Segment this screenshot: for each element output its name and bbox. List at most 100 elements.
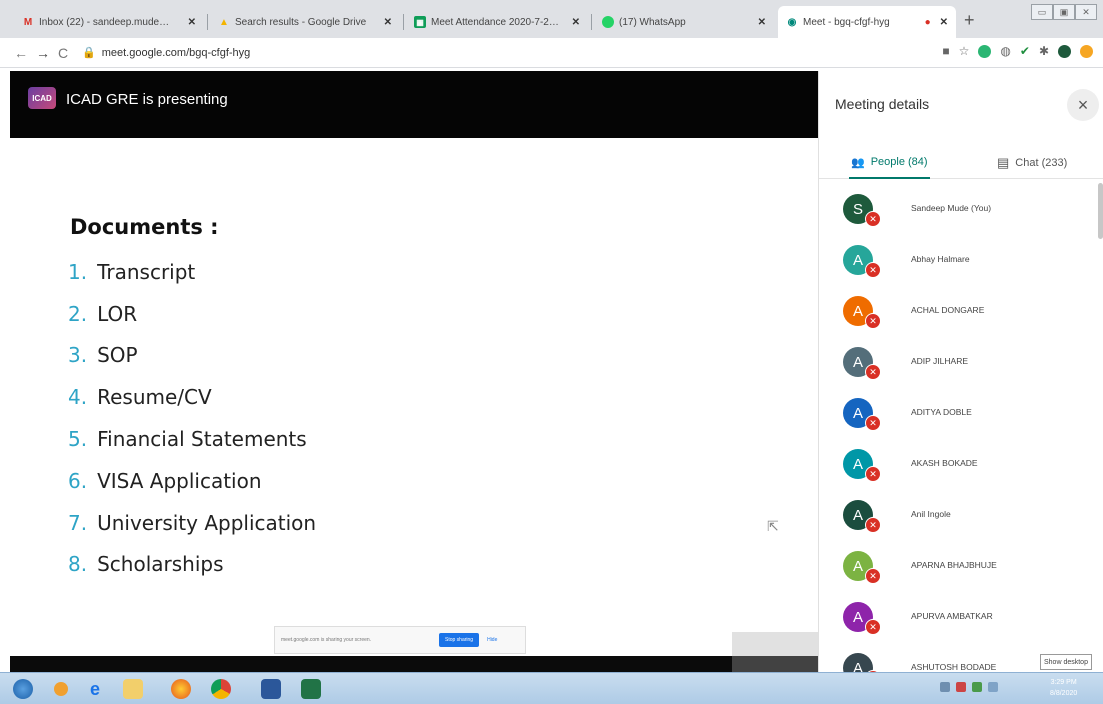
mic-muted-icon: ✕ (865, 211, 881, 227)
participant-row[interactable]: A ✕ ADITYA DOBLE (819, 393, 1103, 444)
media-player-icon[interactable] (46, 676, 76, 702)
close-tab-icon[interactable]: ✕ (940, 17, 948, 28)
extension-green-icon[interactable] (978, 44, 992, 58)
list-item: 5. Financial Statements (68, 427, 307, 452)
participant-row[interactable]: A ✕ AKASH BOKADE (819, 444, 1103, 495)
list-item: 8. Scholarships (68, 552, 224, 577)
minimize-icon[interactable]: ▭ (1031, 4, 1053, 20)
clock-time: 3:29 PM (1050, 679, 1077, 686)
close-tab-icon[interactable]: ✕ (384, 17, 392, 28)
document-list: 1. Transcript 2. LOR 3. SOP 4. Resume/CV 5. F… (68, 251, 316, 585)
mic-muted-icon: ✕ (865, 619, 881, 635)
browser-tab-whatsapp[interactable]: (17) WhatsApp ✕ (594, 6, 774, 38)
tab-chat-label: Chat (233) (1015, 157, 1068, 169)
tab-title: Inbox (22) - sandeep.mude@k... (39, 16, 179, 28)
participant-name: ASHUTOSH BODADE (911, 662, 997, 672)
tab-divider (403, 14, 404, 30)
speaker-icon[interactable] (940, 682, 950, 692)
close-window-icon[interactable]: ✕ (1075, 4, 1097, 20)
tab-chat[interactable]: ▤ Chat (233) (997, 147, 1067, 179)
checkmark-icon[interactable]: ✔ (1020, 44, 1030, 58)
url-field[interactable]: 🔒 meet.google.com/bgq-cfgf-hyg (82, 46, 250, 60)
browser-tab-sheets[interactable]: ▦ Meet Attendance 2020-7-28 11: ✕ (406, 6, 588, 38)
list-item: 2. LOR (68, 301, 138, 326)
internet-explorer-icon[interactable]: e (80, 676, 110, 702)
tab-title: Meet - bgq-cfgf-hyg (803, 16, 890, 28)
system-tray (940, 682, 998, 692)
participant-row[interactable]: A ✕ APURVA AMBATKAR (819, 597, 1103, 648)
list-item: 1. Transcript (68, 259, 196, 284)
start-button[interactable] (8, 676, 38, 702)
tab-divider (207, 14, 208, 30)
extension-gray-icon[interactable]: ◍ (1000, 44, 1010, 58)
participant-row[interactable]: A ✕ ADIP JILHARE (819, 342, 1103, 393)
list-item: 4. Resume/CV (68, 385, 212, 410)
tab-title: (17) WhatsApp (619, 16, 686, 28)
mic-muted-icon: ✕ (865, 466, 881, 482)
network-icon[interactable] (956, 682, 966, 692)
close-tab-icon[interactable]: ✕ (188, 17, 196, 28)
mic-muted-icon: ✕ (865, 517, 881, 533)
participant-row[interactable]: S ✕ Sandeep Mude (You) (819, 189, 1103, 240)
taskbar-clock[interactable]: 3:29 PM 8/8/2020 (1050, 677, 1077, 699)
screen-sharing-notice: meet.google.com is sharing your screen. … (274, 626, 526, 654)
restore-icon[interactable]: ▣ (1053, 4, 1075, 20)
reload-icon[interactable]: C (58, 45, 68, 61)
sharing-message: meet.google.com is sharing your screen. (281, 637, 372, 643)
puzzle-icon[interactable]: ✱ (1039, 44, 1049, 58)
extension-orange-icon[interactable] (1080, 44, 1093, 58)
participant-name: Abhay Halmare (911, 254, 970, 264)
camera-icon[interactable]: ■ (942, 44, 949, 58)
extension-toolbar: ■ ☆ ◍ ✔ ✱ (942, 44, 1093, 58)
mic-muted-icon: ✕ (865, 568, 881, 584)
browser-tab-meet[interactable]: ◉ Meet - bgq-cfgf-hyg ● ✕ (778, 6, 956, 38)
browser-tab-gmail[interactable]: M Inbox (22) - sandeep.mude@k... ✕ (14, 6, 204, 38)
participant-name: Sandeep Mude (You) (911, 203, 992, 213)
stop-sharing-button[interactable]: Stop sharing (439, 633, 480, 647)
profile-avatar[interactable] (1058, 44, 1071, 58)
new-tab-button[interactable]: + (964, 10, 975, 31)
mic-muted-icon: ✕ (865, 313, 881, 329)
forward-icon[interactable]: → (36, 45, 50, 61)
back-icon[interactable]: ← (14, 45, 28, 61)
file-explorer-icon[interactable] (118, 676, 148, 702)
tab-title: Meet Attendance 2020-7-28 11: (431, 16, 563, 28)
participant-row[interactable]: A ✕ Abhay Halmare (819, 240, 1103, 291)
close-tab-icon[interactable]: ✕ (758, 17, 766, 28)
participant-row[interactable]: A ✕ APARNA BHAJBHUJE (819, 546, 1103, 597)
participant-name: ACHAL DONGARE (911, 305, 985, 315)
firefox-icon[interactable] (166, 676, 196, 702)
participant-name: Anil Ingole (911, 509, 951, 519)
tab-title: Search results - Google Drive (235, 16, 367, 28)
tab-people[interactable]: 👥 People (84) (849, 147, 930, 179)
close-tab-icon[interactable]: ✕ (572, 17, 580, 28)
tab-divider (591, 14, 592, 30)
sheets-icon: ▦ (414, 16, 426, 28)
word-icon[interactable] (256, 676, 286, 702)
close-panel-button[interactable]: × (1067, 89, 1099, 121)
meeting-details-panel: Meeting details × 👥 People (84) ▤ Chat (… (818, 71, 1103, 686)
participant-name: AKASH BOKADE (911, 458, 978, 468)
excel-icon[interactable] (296, 676, 326, 702)
lock-icon: 🔒 (82, 47, 96, 59)
browser-tab-drive[interactable]: ▲ Search results - Google Drive ✕ (210, 6, 400, 38)
participant-name: ADIP JILHARE (911, 356, 969, 366)
gmail-icon: M (23, 16, 33, 28)
hide-notice-button[interactable]: Hide (487, 637, 497, 643)
tab-people-label: People (84) (870, 156, 928, 168)
battery-icon[interactable] (972, 682, 982, 692)
participant-list: S ✕ Sandeep Mude (You) A ✕ Abhay Halmare A ✕ ACH… (819, 189, 1103, 699)
participant-row[interactable]: A ✕ Anil Ingole (819, 495, 1103, 546)
bookmark-star-icon[interactable]: ☆ (959, 44, 970, 58)
flag-icon[interactable] (988, 682, 998, 692)
chat-icon: ▤ (997, 155, 1010, 170)
participant-name: APURVA AMBATKAR (911, 611, 993, 621)
browser-tab-strip: M Inbox (22) - sandeep.mude@k... ✕ ▲ Sea… (0, 0, 1103, 38)
participant-row[interactable]: A ✕ ACHAL DONGARE (819, 291, 1103, 342)
mic-muted-icon: ✕ (865, 262, 881, 278)
taskbar: e 3:29 PM 8/8/2020 (0, 672, 1103, 704)
list-item: 7. University Application (68, 510, 317, 535)
clock-date: 8/8/2020 (1050, 690, 1078, 697)
address-bar: ← → C 🔒 meet.google.com/bgq-cfgf-hyg ■ ☆… (0, 38, 1103, 68)
chrome-icon[interactable] (206, 676, 236, 702)
